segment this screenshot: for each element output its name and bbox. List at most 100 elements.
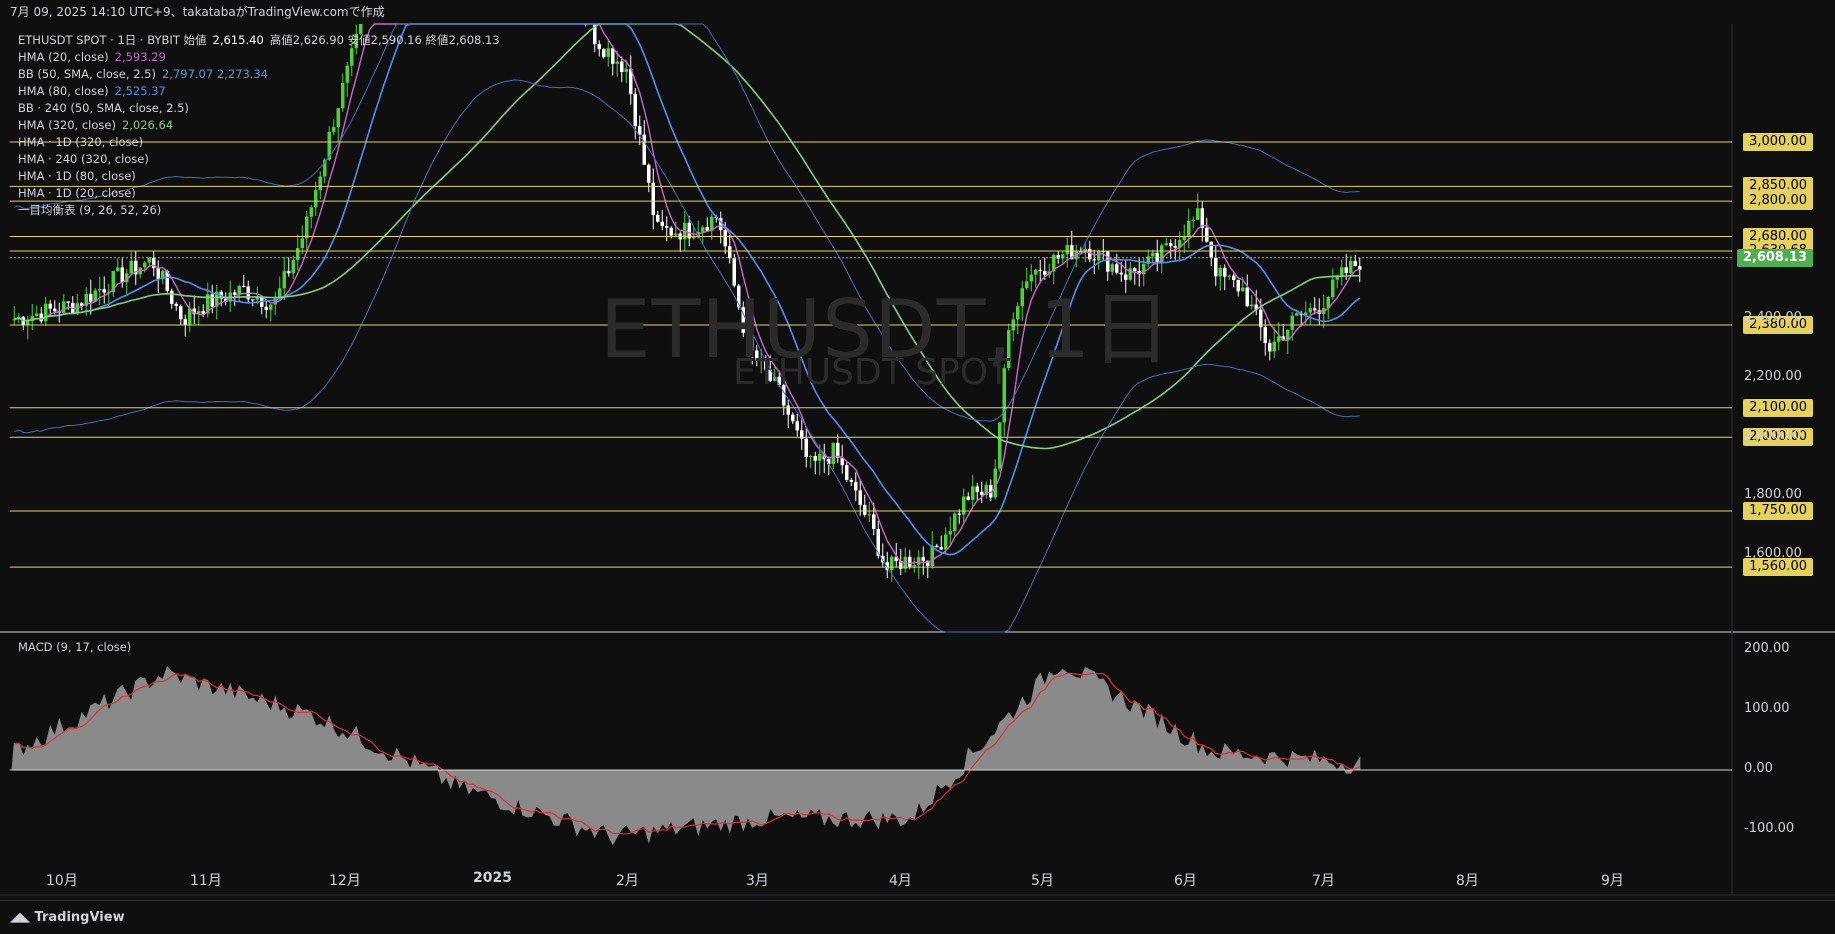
legend-label: HMA (80, close) xyxy=(18,84,109,98)
x-tick-label: 8月 xyxy=(1456,873,1479,889)
candle-body xyxy=(147,257,151,263)
watermark-sub: ETHUSDT SPOT xyxy=(733,352,1011,393)
indicator-legend[interactable]: ETHUSDT SPOT · 1日 · BYBIT 始値 2,615.40 高値2,… xyxy=(18,32,500,219)
candle-body xyxy=(966,496,970,500)
candle-body xyxy=(1209,241,1213,258)
candle-body xyxy=(1236,279,1240,292)
legend-label: 一目均衡表 (9, 26, 52, 26) xyxy=(18,203,162,217)
candle-body xyxy=(210,294,214,307)
candle-body xyxy=(1335,277,1339,280)
candle-body xyxy=(971,486,975,500)
candle-body xyxy=(44,303,48,322)
candle-body xyxy=(705,227,709,231)
legend-label: BB (50, SMA, close, 2.5) xyxy=(18,67,156,81)
candle-body xyxy=(872,514,876,529)
candle-body xyxy=(1308,308,1312,313)
candle-body xyxy=(1182,236,1186,241)
legend-row[interactable]: HMA (80, close) 2,525.37 xyxy=(18,83,500,100)
candle-body xyxy=(48,303,52,309)
candle-body xyxy=(597,44,601,50)
candle-body xyxy=(791,414,795,422)
candle-body xyxy=(39,313,43,322)
macd-y-tick-label: -100.00 xyxy=(1744,821,1795,836)
candle-body xyxy=(300,238,304,249)
candle-body xyxy=(642,134,646,165)
candle-body xyxy=(287,271,291,274)
candle-body xyxy=(89,293,93,302)
x-tick-label: 4月 xyxy=(889,873,912,889)
candle-body xyxy=(1164,243,1168,246)
candle-body xyxy=(1232,275,1236,280)
candle-body xyxy=(669,227,673,236)
x-tick-label: 3月 xyxy=(746,873,769,889)
x-tick-label: 2月 xyxy=(616,873,639,889)
level-price-label[interactable]: 2,100.00 xyxy=(1743,398,1813,417)
candle-body xyxy=(602,49,606,57)
candle-body xyxy=(980,491,984,495)
candle-body xyxy=(116,267,120,272)
level-price-label[interactable]: 1,750.00 xyxy=(1743,501,1813,520)
candle-body xyxy=(305,216,309,239)
legend-row[interactable]: BB (50, SMA, close, 2.5) 2,797.07 2,273.3… xyxy=(18,66,500,83)
tv-logo-icon: ◢◣ xyxy=(10,910,35,925)
macd-y-tick-label: 200.00 xyxy=(1744,641,1790,656)
x-tick-label: 6月 xyxy=(1174,873,1197,889)
candle-body xyxy=(1065,244,1069,255)
candle-body xyxy=(1331,279,1335,298)
candle-body xyxy=(174,303,178,307)
candle-body xyxy=(1353,260,1357,267)
candle-body xyxy=(957,513,961,515)
level-price-label[interactable]: 3,000.00 xyxy=(1743,133,1813,152)
candle-body xyxy=(233,292,237,295)
last-price-label[interactable]: 2,608.13 xyxy=(1736,248,1813,267)
candle-body xyxy=(660,221,664,227)
candle-body xyxy=(291,260,295,274)
candle-body xyxy=(1151,252,1155,257)
candle-body xyxy=(921,557,925,561)
legend-row[interactable]: HMA (20, close) 2,593.29 xyxy=(18,49,500,66)
candle-body xyxy=(858,490,862,505)
legend-value: 2,797.07 2,273.34 xyxy=(161,67,269,81)
legend-row[interactable]: ETHUSDT SPOT · 1日 · BYBIT 始値 2,615.40 高値2,… xyxy=(18,32,500,49)
level-price-label[interactable]: 2,800.00 xyxy=(1743,192,1813,211)
footer-brand: TradingView xyxy=(34,910,125,925)
candle-body xyxy=(1191,219,1195,221)
candle-body xyxy=(1092,259,1096,261)
candle-body xyxy=(786,405,790,415)
legend-row[interactable]: HMA (320, close) 2,026.64 xyxy=(18,117,500,134)
candle-body xyxy=(183,319,187,325)
candle-body xyxy=(102,289,106,293)
tradingview-logo[interactable]: ◢◣ TradingView xyxy=(10,901,125,934)
candle-body xyxy=(1313,308,1317,311)
candle-body xyxy=(1268,343,1272,352)
legend-row[interactable]: HMA · 1D (20, close) xyxy=(18,185,500,202)
legend-row[interactable]: BB · 240 (50, SMA, close, 2.5) xyxy=(18,100,500,117)
legend-row[interactable]: 一目均衡表 (9, 26, 52, 26) xyxy=(18,202,500,219)
candle-body xyxy=(1214,257,1218,277)
candle-body xyxy=(953,513,957,532)
candle-body xyxy=(606,48,610,57)
candle-body xyxy=(975,486,979,492)
macd-legend[interactable]: MACD (9, 17, close) xyxy=(18,640,131,654)
candle-body xyxy=(129,260,133,274)
candle-body xyxy=(282,271,286,289)
candle-body xyxy=(143,262,147,268)
candle-body xyxy=(849,479,853,482)
legend-value: 2,525.37 xyxy=(114,84,166,98)
candle-body xyxy=(1259,309,1263,328)
legend-row[interactable]: HMA · 1D (320, close) xyxy=(18,134,500,151)
candle-body xyxy=(66,301,70,303)
legend-row[interactable]: HMA · 1D (80, close) xyxy=(18,168,500,185)
candle-body xyxy=(809,456,813,458)
macd-y-tick-label: 100.00 xyxy=(1744,701,1790,716)
candle-body xyxy=(701,227,705,232)
candle-body xyxy=(1187,220,1191,237)
legend-label: HMA · 1D (320, close) xyxy=(18,135,144,149)
candle-body xyxy=(912,564,916,567)
candle-body xyxy=(813,456,817,461)
legend-row[interactable]: HMA · 240 (320, close) xyxy=(18,151,500,168)
legend-label: HMA (20, close) xyxy=(18,50,109,64)
candle-body xyxy=(1241,287,1245,292)
candle-body xyxy=(269,304,273,310)
candle-body xyxy=(944,534,948,550)
